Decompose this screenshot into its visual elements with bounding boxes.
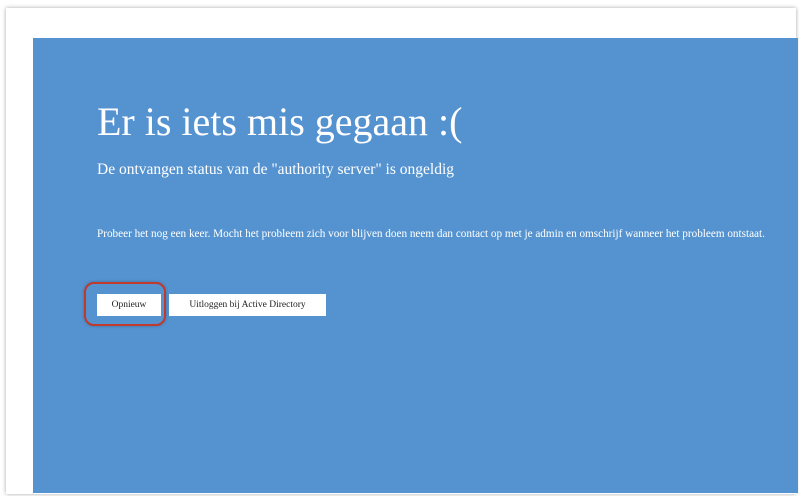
error-panel: Er is iets mis gegaan :( De ontvangen st… bbox=[33, 38, 798, 493]
error-title: Er is iets mis gegaan :( bbox=[97, 99, 463, 144]
error-subtitle: De ontvangen status van de "authority se… bbox=[97, 161, 455, 178]
screenshot-frame: Er is iets mis gegaan :( De ontvangen st… bbox=[6, 8, 798, 494]
retry-button[interactable]: Opnieuw bbox=[97, 294, 161, 316]
logout-active-directory-button[interactable]: Uitloggen bij Active Directory bbox=[169, 294, 326, 316]
error-message: Probeer het nog een keer. Mocht het prob… bbox=[97, 228, 765, 240]
